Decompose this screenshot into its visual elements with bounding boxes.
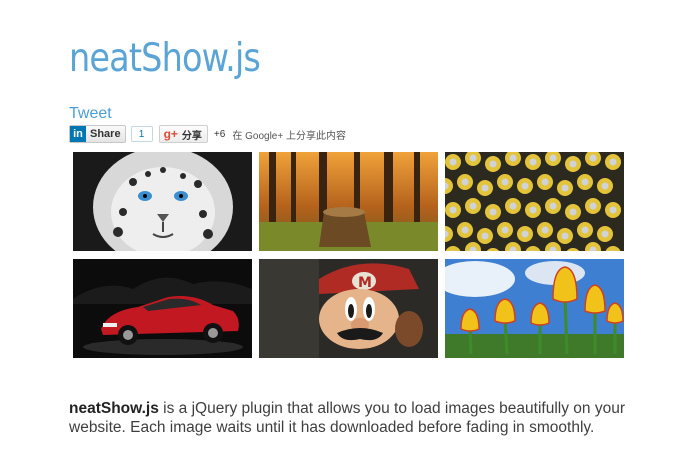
gallery-image-car[interactable]: [73, 259, 252, 358]
page-title: neatShow.js: [69, 36, 261, 81]
gplus-share-label: 分享: [181, 130, 202, 142]
linkedin-icon: in: [70, 126, 86, 142]
gallery-image-mario[interactable]: M: [259, 259, 438, 358]
svg-text:M: M: [358, 275, 372, 291]
linkedin-share-label: Share: [90, 128, 121, 140]
linkedin-share-count: 1: [130, 126, 153, 142]
gplus-share-count: +6: [213, 128, 226, 140]
gplus-share-button[interactable]: g+ 分享: [158, 125, 208, 143]
gallery-image-tulips[interactable]: [445, 259, 624, 358]
tweet-link[interactable]: Tweet: [69, 105, 112, 123]
gallery-image-minions[interactable]: [445, 152, 624, 251]
share-buttons: in Share 1 g+ 分享 +6 在 Google+ 上分享此内容: [69, 125, 346, 143]
description: neatShow.js is a jQuery plugin that allo…: [69, 399, 649, 437]
gplus-share-note: 在 Google+ 上分享此内容: [232, 130, 346, 142]
linkedin-share-button[interactable]: in Share: [69, 125, 126, 143]
description-plugin-name: neatShow.js: [69, 399, 159, 417]
google-plus-icon: g+: [163, 127, 178, 141]
gallery-image-forest[interactable]: [259, 152, 438, 251]
gallery-image-snow-leopard[interactable]: [73, 152, 252, 251]
